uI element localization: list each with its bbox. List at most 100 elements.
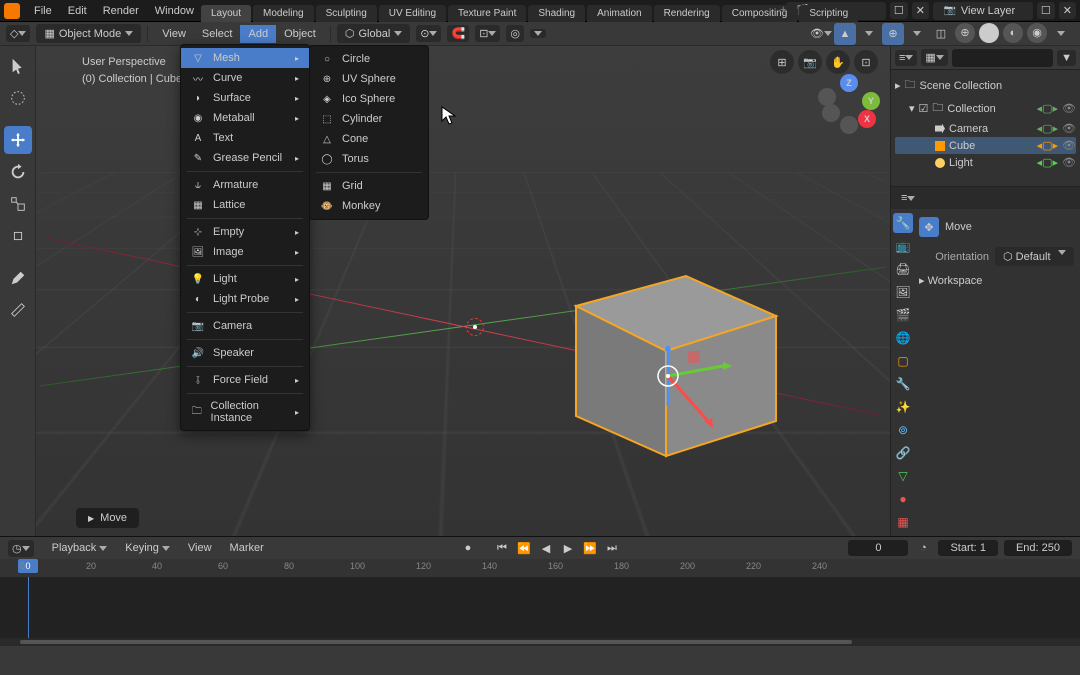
header-menu-object[interactable]: Object [276,25,324,43]
workspace-tab-texture-paint[interactable]: Texture Paint [448,5,526,22]
annotate-tool[interactable] [4,264,32,292]
axis-gizmo[interactable]: Z Y X [818,74,878,134]
jump-prev-button[interactable]: ⏪ [515,539,533,557]
nav-camera-icon[interactable]: 📷 [798,50,822,74]
layer-new-button[interactable]: ☐ [1037,2,1055,19]
scene-new-button[interactable]: ☐ [890,2,908,19]
visibility-button[interactable]: 👁 [810,23,832,45]
timeline-type-button[interactable]: ◷ [8,540,34,557]
jump-start-button[interactable]: ⏮ [493,539,511,557]
add-force-field[interactable]: ⫱Force Field▸ [181,370,309,390]
mesh-grid[interactable]: ▦Grid [310,176,428,196]
proportional-button[interactable]: ◎ [506,25,524,42]
add-light[interactable]: 💡Light▸ [181,269,309,289]
timeline-menu-marker[interactable]: Marker [222,539,272,557]
timeline-ruler[interactable]: 0 020406080100120140160180200220240 [0,559,1080,577]
prop-tab-constraint[interactable]: 🔗 [893,443,913,463]
prop-tab-render[interactable]: 📺 [893,236,913,256]
add-menu-dropdown[interactable]: ▽Mesh▸〰Curve▸◗Surface▸◉Metaball▸AText✎Gr… [180,44,310,431]
prop-tab-mesh[interactable]: ▽ [893,466,913,486]
timeline-menu-keying[interactable]: Keying [117,539,178,557]
nav-ortho-icon[interactable]: ⊡ [854,50,878,74]
transform-tool[interactable] [4,222,32,250]
add-collection-instance[interactable]: 🗀Collection Instance▸ [181,397,309,427]
menu-window[interactable]: Window [147,2,202,20]
viewport-3d[interactable]: User Perspective (0) Collection | Cube ⊞… [36,46,890,536]
mode-selector[interactable]: ▦Object Mode [36,24,141,43]
workspace-tab-modeling[interactable]: Modeling [253,5,314,22]
preview-range-button[interactable]: ◔ [914,539,932,557]
jump-next-button[interactable]: ⏩ [581,539,599,557]
cube-object[interactable] [536,246,796,466]
mesh-cylinder[interactable]: ⬚Cylinder [310,109,428,129]
prop-tab-modifier[interactable]: 🔧 [893,374,913,394]
props-type-button[interactable]: ≡ [897,190,919,206]
move-tool[interactable] [4,126,32,154]
measure-tool[interactable] [4,296,32,324]
prop-tab-scene[interactable]: 🎬 [893,305,913,325]
add-text[interactable]: AText [181,128,309,148]
start-frame-field[interactable]: Start: 1 [938,540,997,556]
prop-tab-world[interactable]: 🌐 [893,328,913,348]
xray-toggle[interactable]: ◫ [930,23,952,45]
select-tool[interactable] [4,52,32,80]
play-button[interactable]: ▶ [559,539,577,557]
timeline-menu-playback[interactable]: Playback [44,539,116,557]
prop-tab-tool[interactable]: 🔧 [893,213,913,233]
pivot-button[interactable]: ⊙ [416,25,441,42]
timeline-scrollbar[interactable] [0,638,1080,646]
workspace-tab-rendering[interactable]: Rendering [654,5,720,22]
mesh-circle[interactable]: ○Circle [310,49,428,69]
orientation-dropdown[interactable]: ⬡ Default [995,247,1074,266]
add-grease-pencil[interactable]: ✎Grease Pencil▸ [181,148,309,168]
menu-render[interactable]: Render [95,2,147,20]
mesh-submenu[interactable]: ▱Plane□Cube○Circle⊕UV Sphere◈Ico Sphere⬚… [309,45,429,220]
prop-tab-particle[interactable]: ✨ [893,397,913,417]
add-light-probe[interactable]: ◐Light Probe▸ [181,289,309,309]
scene-delete-button[interactable]: ✕ [912,2,929,19]
outliner-filter-button[interactable]: ▼ [1057,50,1076,66]
proportional-type-button[interactable] [530,29,546,38]
header-menu-add[interactable]: Add [240,25,276,43]
prop-tab-texture[interactable]: ▦ [893,512,913,532]
shading-rendered[interactable]: ◉ [1027,23,1047,43]
outliner-tree[interactable]: ▸🗀Scene Collection ▾☑🗀Collection ◂▢▸👁 Ca… [891,70,1080,186]
operator-panel[interactable]: ▶Move [76,508,139,528]
mesh-monkey[interactable]: 🐵Monkey [310,196,428,216]
header-menu-select[interactable]: Select [194,25,241,43]
layer-delete-button[interactable]: ✕ [1059,2,1076,19]
workspace-tab-layout[interactable]: Layout [201,5,251,22]
prop-tab-viewlayer[interactable]: 🖼 [893,282,913,302]
gizmo-toggle[interactable]: ▲ [834,23,856,45]
snap-button[interactable]: 🧲 [447,25,469,42]
menu-file[interactable]: File [26,2,60,20]
autokey-button[interactable]: ● [459,539,477,557]
add-camera[interactable]: 📷Camera [181,316,309,336]
jump-end-button[interactable]: ⏭ [603,539,621,557]
add-curve[interactable]: 〰Curve▸ [181,68,309,88]
workspace-tab-animation[interactable]: Animation [587,5,651,22]
end-frame-field[interactable]: End: 250 [1004,540,1072,556]
outliner-type-button[interactable]: ≡ [895,50,917,66]
prop-tab-object[interactable]: ▢ [893,351,913,371]
header-menu-view[interactable]: View [154,25,194,43]
add-surface[interactable]: ◗Surface▸ [181,88,309,108]
add-mesh[interactable]: ▽Mesh▸ [181,48,309,68]
outline-cube[interactable]: Cube◂▢▸👁 [895,137,1076,154]
timeline-menu-view[interactable]: View [180,539,220,557]
timeline-tracks[interactable] [0,577,1080,638]
shading-wireframe[interactable]: ⊕ [955,23,975,43]
workspace-tab-shading[interactable]: Shading [528,5,585,22]
shading-solid[interactable]: ● [979,23,999,43]
shading-options[interactable] [1050,23,1072,45]
add-armature[interactable]: ⫝Armature [181,175,309,195]
workspace-section[interactable]: ▸ Workspace [919,274,1074,287]
current-frame-field[interactable]: 0 [848,540,908,556]
mesh-cone[interactable]: △Cone [310,129,428,149]
editor-type-button[interactable]: ◇ [6,25,30,42]
mesh-ico-sphere[interactable]: ◈Ico Sphere [310,89,428,109]
play-reverse-button[interactable]: ◀ [537,539,555,557]
prop-tab-output[interactable]: 🖨 [893,259,913,279]
mesh-torus[interactable]: ◯Torus [310,149,428,169]
workspace-tab-sculpting[interactable]: Sculpting [316,5,377,22]
